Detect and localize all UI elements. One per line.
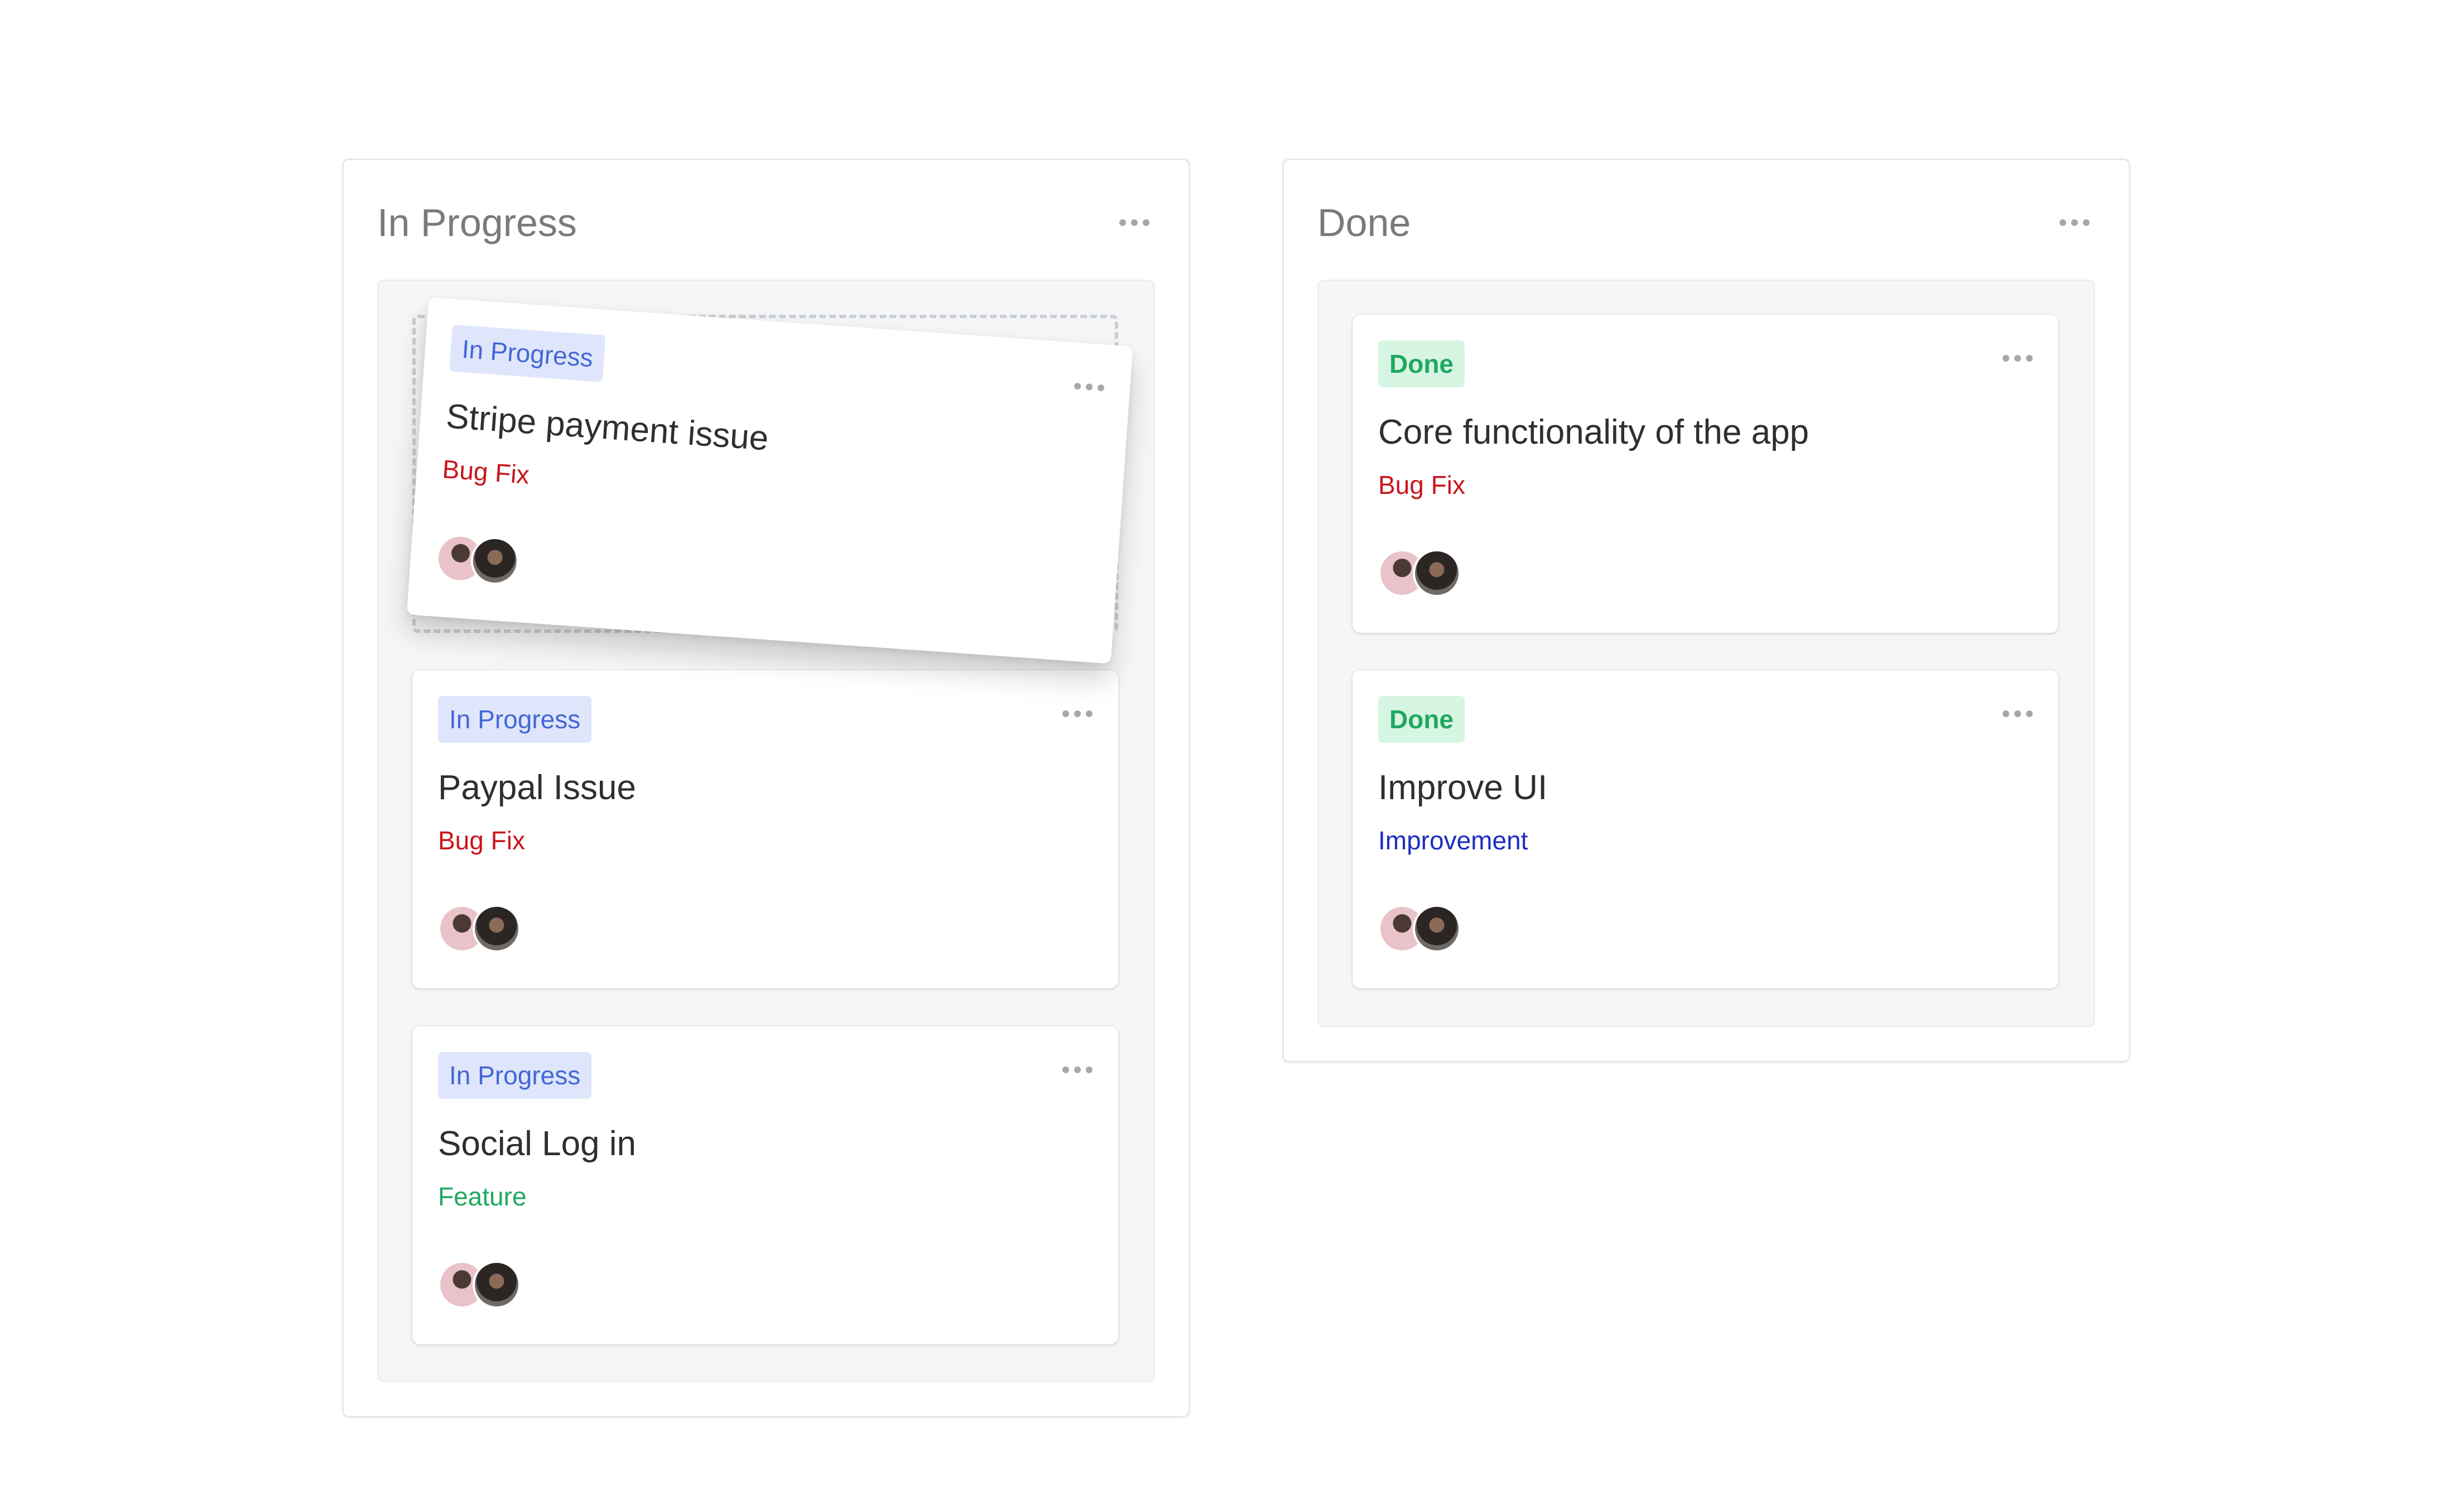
assignees [435,532,533,590]
card-menu-icon[interactable] [1068,377,1110,397]
card-menu-icon[interactable] [1997,705,2038,723]
card[interactable]: In Progress Paypal Issue Bug Fix [412,670,1118,988]
card-title: Social Log in [438,1124,637,1163]
card-title: Improve UI [1378,768,1548,807]
card-tag: Improvement [1378,826,1528,855]
assignees [438,905,533,955]
card[interactable]: Done Improve UI Improvement [1353,670,2058,988]
column-title: In Progress [377,201,577,244]
column-card-list: In Progress Stripe payment issue Bug Fix… [377,280,1155,1382]
column-card-list: Done Core functionality of the app Bug F… [1317,280,2095,1027]
card-menu-icon[interactable] [1997,349,2038,367]
assignees [438,1261,533,1311]
assignees [1378,905,1473,955]
avatar[interactable] [473,1261,521,1309]
column-header: In Progress [377,195,1155,251]
status-badge: In Progress [449,324,606,382]
status-badge: In Progress [438,1052,592,1099]
column-menu-icon[interactable] [1114,214,1155,232]
card-tag: Bug Fix [441,454,531,489]
card-tag: Bug Fix [1378,470,1465,499]
card[interactable]: In Progress Social Log in Feature [412,1026,1118,1344]
column-title: Done [1317,201,1411,244]
card-title: Core functionality of the app [1378,413,1810,451]
status-badge: Done [1378,340,1465,387]
kanban-board: In Progress In Progress Stripe payment i… [0,0,2464,1509]
column-header: Done [1317,195,2095,251]
card-title: Stripe payment issue [445,397,770,458]
assignees [1378,549,1473,599]
avatar[interactable] [1413,549,1461,597]
card-menu-icon[interactable] [1057,705,1098,723]
status-badge: Done [1378,696,1465,743]
card-tag: Bug Fix [438,826,525,855]
card-title: Paypal Issue [438,768,636,807]
column-menu-icon[interactable] [2054,214,2095,232]
card-menu-icon[interactable] [1057,1061,1098,1079]
card[interactable]: Done Core functionality of the app Bug F… [1353,315,2058,633]
column-in-progress: In Progress In Progress Stripe payment i… [342,158,1190,1417]
card-dragging[interactable]: In Progress Stripe payment issue Bug Fix [406,297,1133,664]
avatar[interactable] [473,905,521,953]
card-tag: Feature [438,1182,527,1211]
status-badge: In Progress [438,696,592,743]
avatar[interactable] [1413,905,1461,953]
column-done: Done Done Core functionality of the app … [1282,158,2130,1063]
